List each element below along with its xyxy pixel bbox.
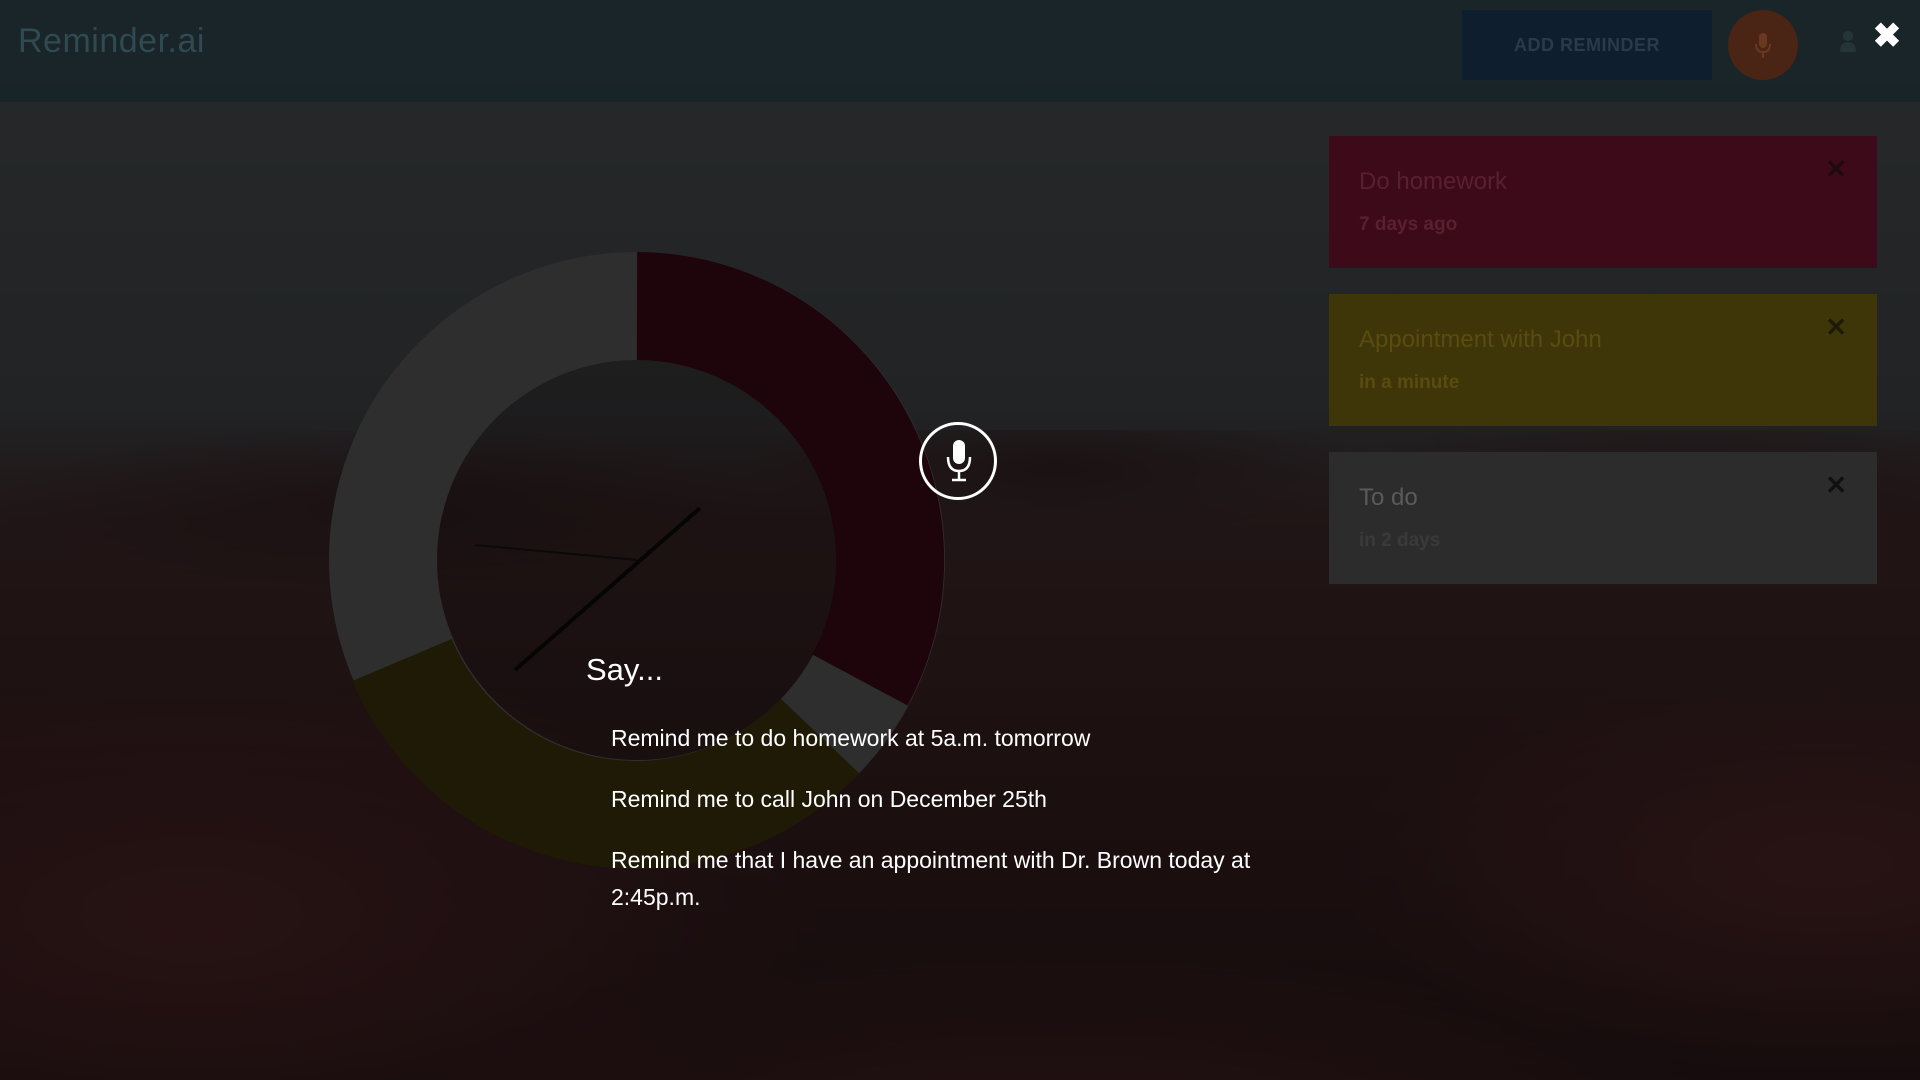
delete-reminder-icon[interactable]: ✕ bbox=[1825, 470, 1847, 501]
reminder-title: Appointment with John bbox=[1359, 326, 1602, 353]
voice-prompt-heading: Say... bbox=[586, 652, 663, 687]
add-reminder-button[interactable]: ADD REMINDER bbox=[1462, 10, 1712, 80]
reminder-card[interactable]: Do homework 7 days ago ✕ bbox=[1329, 136, 1877, 268]
top-bar: Reminder.ai ADD REMINDER ✖ bbox=[0, 0, 1920, 102]
reminder-card[interactable]: To do in 2 days ✕ bbox=[1329, 452, 1877, 584]
reminder-time: in 2 days bbox=[1359, 530, 1441, 551]
reminder-title: To do bbox=[1359, 484, 1418, 511]
delete-reminder-icon[interactable]: ✕ bbox=[1825, 312, 1847, 343]
app-logo: Reminder.ai bbox=[18, 22, 205, 60]
close-icon[interactable]: ✖ bbox=[1872, 18, 1902, 54]
reminder-time: 7 days ago bbox=[1359, 214, 1458, 235]
reminder-card[interactable]: Appointment with John in a minute ✕ bbox=[1329, 294, 1877, 426]
voice-example: Remind me to do homework at 5a.m. tomorr… bbox=[611, 725, 1091, 751]
voice-record-button[interactable] bbox=[919, 422, 997, 500]
reminder-time: in a minute bbox=[1359, 372, 1460, 393]
voice-input-button[interactable] bbox=[1728, 10, 1798, 80]
user-icon[interactable] bbox=[1840, 30, 1856, 52]
microphone-icon bbox=[946, 440, 972, 482]
delete-reminder-icon[interactable]: ✕ bbox=[1825, 154, 1847, 185]
voice-example: Remind me that I have an appointment wit… bbox=[611, 847, 1251, 910]
microphone-icon bbox=[1755, 33, 1771, 58]
reminder-title: Do homework bbox=[1359, 168, 1508, 195]
voice-example: Remind me to call John on December 25th bbox=[611, 786, 1047, 812]
